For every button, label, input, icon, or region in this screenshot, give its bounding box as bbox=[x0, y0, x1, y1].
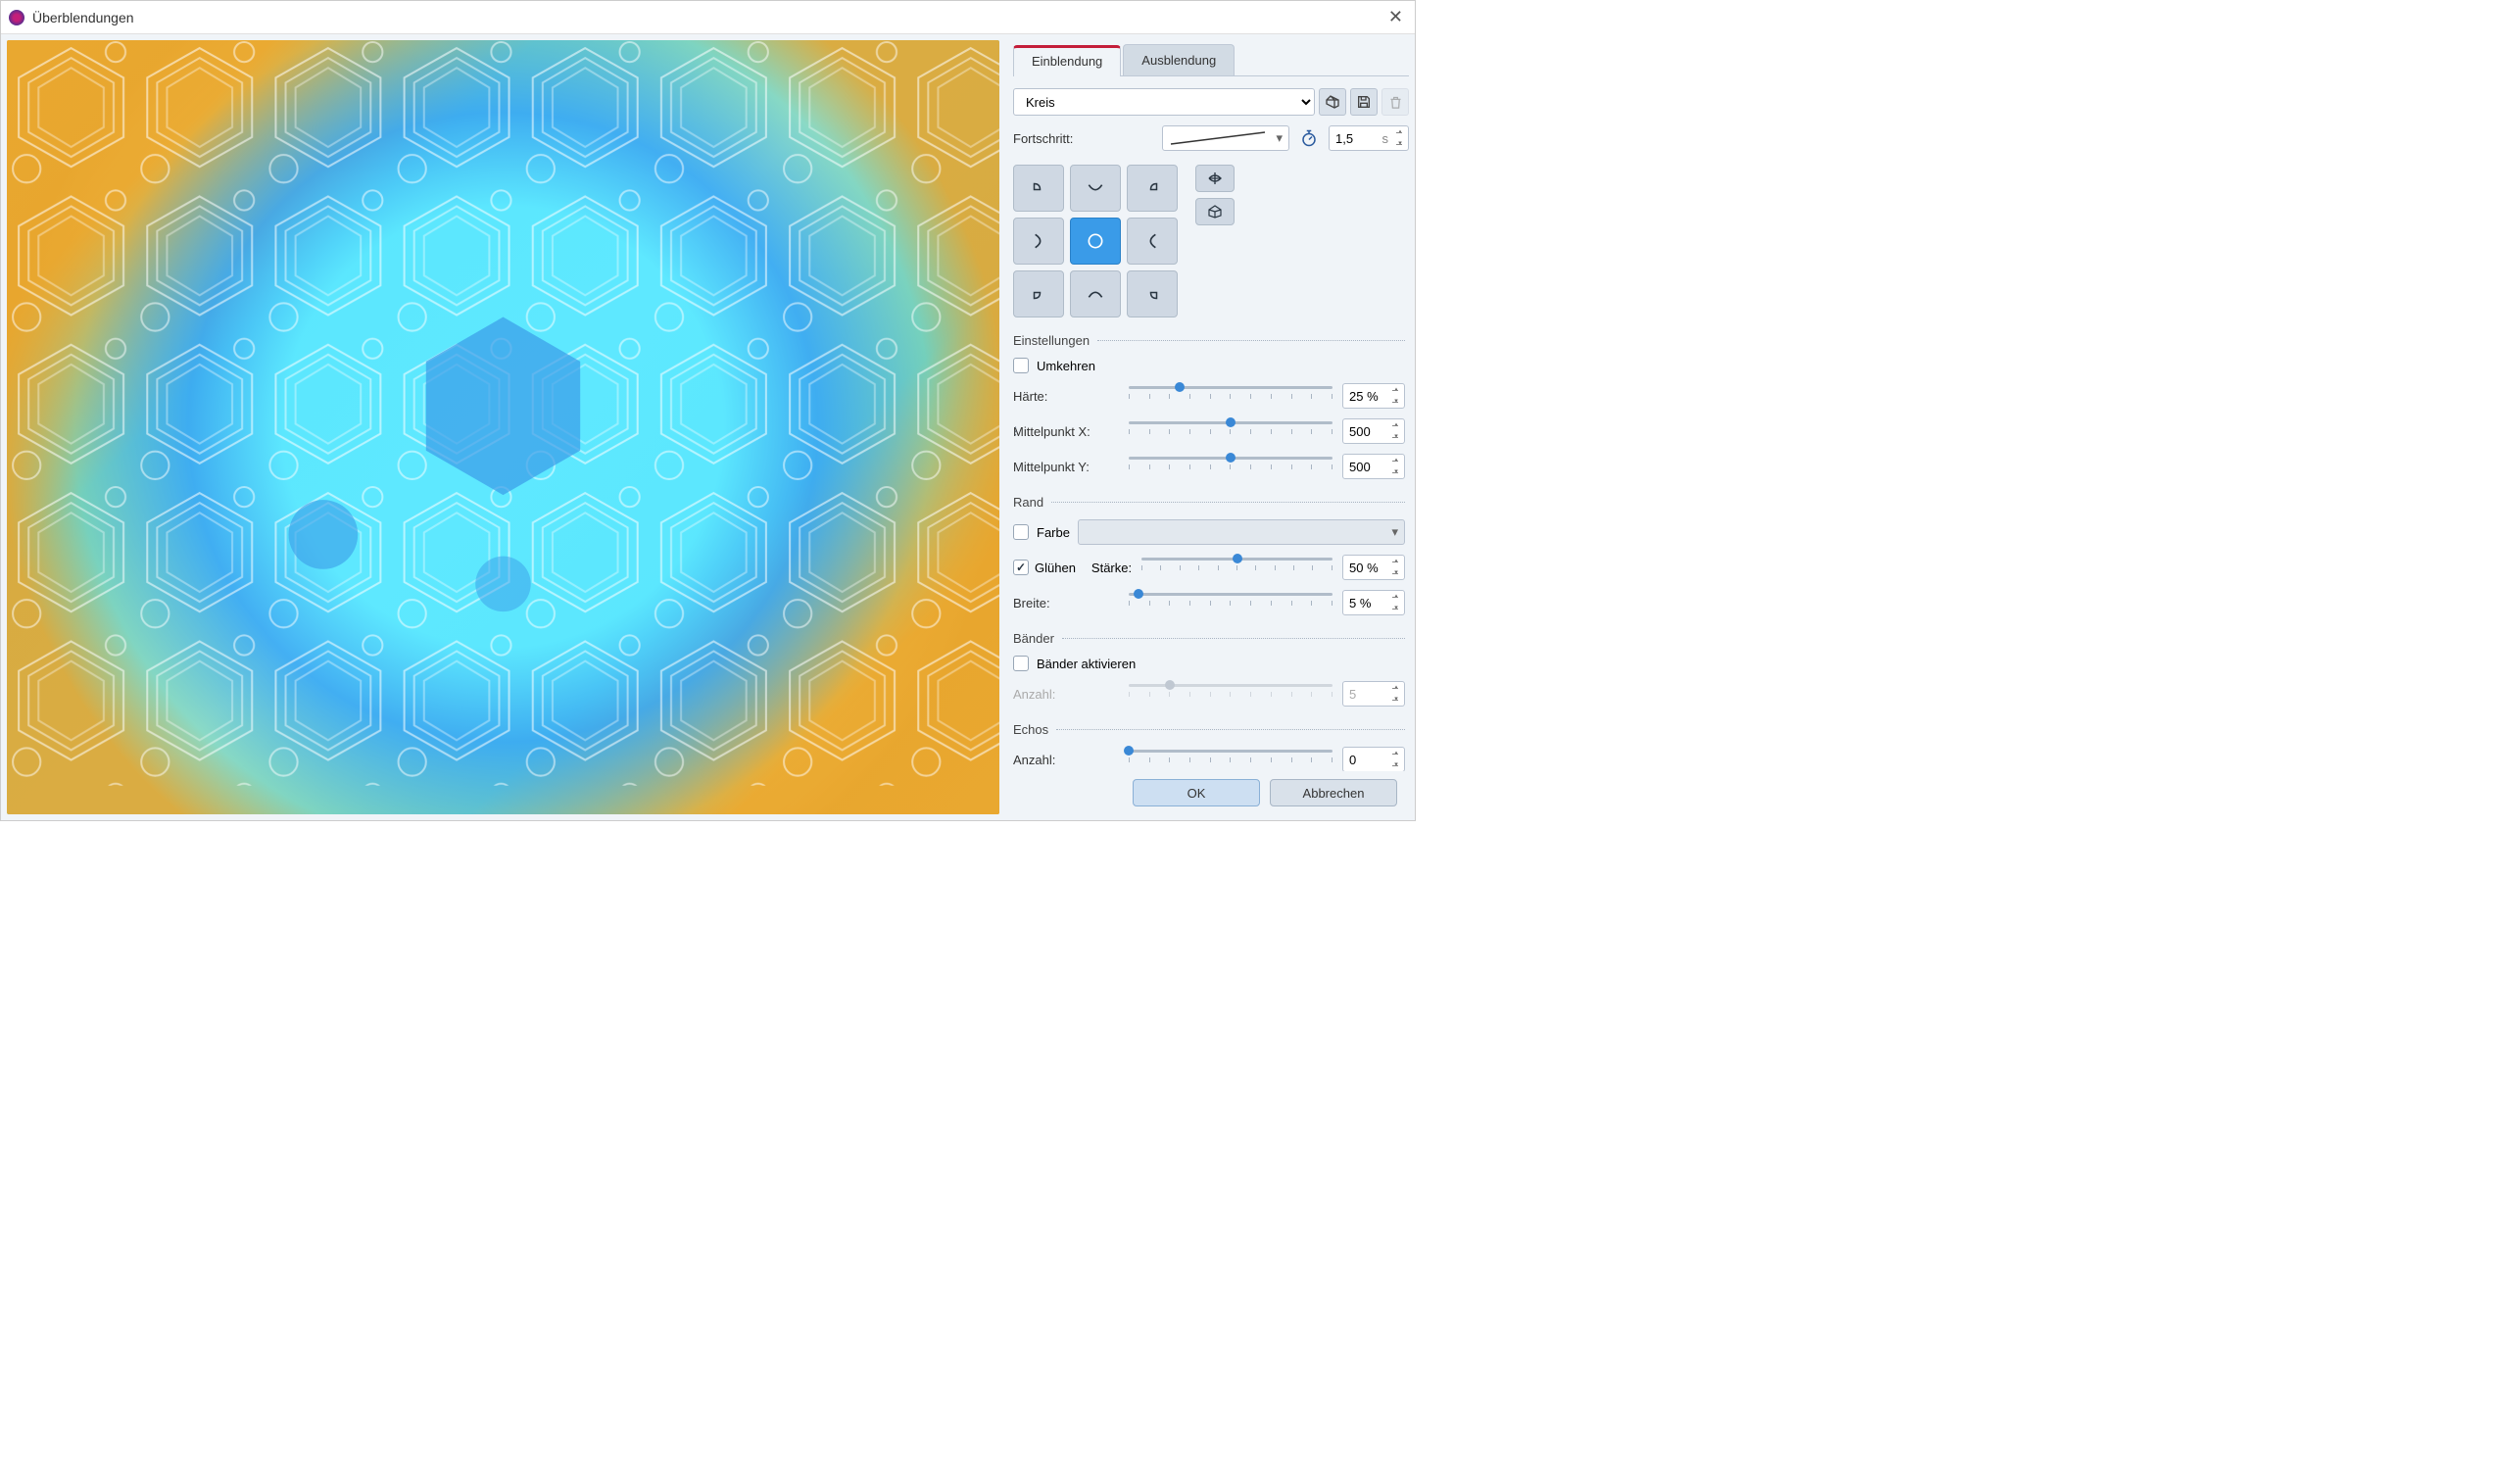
color-label: Farbe bbox=[1037, 525, 1070, 540]
dir-top-right[interactable] bbox=[1127, 165, 1178, 212]
midx-input[interactable]: 500▴▾ bbox=[1342, 418, 1405, 444]
titlebar: Überblendungen ✕ bbox=[1, 1, 1415, 34]
close-icon[interactable]: ✕ bbox=[1384, 7, 1407, 27]
hardness-input[interactable]: 25 %▴▾ bbox=[1342, 383, 1405, 409]
strength-label: Stärke: bbox=[1091, 561, 1132, 575]
dir-top[interactable] bbox=[1070, 165, 1121, 212]
direction-grid bbox=[1013, 165, 1178, 317]
glow-checkbox[interactable] bbox=[1013, 560, 1029, 575]
dialog-footer: OK Abbrechen bbox=[1013, 771, 1409, 814]
bands-count-input: 5▴▾ bbox=[1342, 681, 1405, 707]
random-icon[interactable] bbox=[1319, 88, 1346, 116]
bands-enable-checkbox[interactable] bbox=[1013, 656, 1029, 671]
dialog-window: Überblendungen ✕ bbox=[0, 0, 1416, 821]
mode-3d-icon[interactable] bbox=[1195, 165, 1235, 192]
dir-bottom-left[interactable] bbox=[1013, 270, 1064, 317]
reorder-handle-icon[interactable]: ⋮⋮ bbox=[1013, 425, 1019, 438]
midy-label: Mittelpunkt Y: bbox=[1013, 460, 1119, 474]
strength-slider[interactable] bbox=[1141, 556, 1333, 579]
duration-input[interactable]: 1,5s ▴▾ bbox=[1329, 125, 1409, 151]
dir-right[interactable] bbox=[1127, 218, 1178, 265]
width-slider[interactable] bbox=[1129, 591, 1333, 614]
dir-left[interactable] bbox=[1013, 218, 1064, 265]
dialog-title: Überblendungen bbox=[32, 10, 1384, 25]
section-echoes: Echos bbox=[1013, 722, 1048, 737]
strength-input[interactable]: 50 %▴▾ bbox=[1342, 555, 1405, 580]
progress-curve-select[interactable]: ▾ bbox=[1162, 125, 1289, 151]
section-bands: Bänder bbox=[1013, 631, 1054, 646]
section-settings: Einstellungen bbox=[1013, 333, 1090, 348]
color-checkbox[interactable] bbox=[1013, 524, 1029, 540]
settings-panel: Einblendung Ausblendung Kreis Fortschri bbox=[1013, 40, 1409, 814]
tab-ausblendung[interactable]: Ausblendung bbox=[1123, 44, 1235, 75]
hardness-slider[interactable] bbox=[1129, 384, 1333, 408]
app-icon bbox=[9, 10, 24, 25]
dir-bottom-right[interactable] bbox=[1127, 270, 1178, 317]
progress-label: Fortschritt: bbox=[1013, 131, 1073, 146]
settings-scroll[interactable]: Einstellungen Umkehren Härte: 25 %▴▾ ⋮⋮ … bbox=[1013, 159, 1409, 771]
color-select[interactable]: ▾ bbox=[1078, 519, 1405, 545]
preview-area bbox=[7, 40, 999, 814]
bands-count-label: Anzahl: bbox=[1013, 687, 1119, 702]
bands-count-slider bbox=[1129, 682, 1333, 706]
dir-center[interactable] bbox=[1070, 218, 1121, 265]
bands-enable-label: Bänder aktivieren bbox=[1037, 657, 1136, 671]
preview-pattern bbox=[7, 40, 999, 786]
dir-bottom[interactable] bbox=[1070, 270, 1121, 317]
midy-input[interactable]: 500▴▾ bbox=[1342, 454, 1405, 479]
dir-top-left[interactable] bbox=[1013, 165, 1064, 212]
midx-label: Mittelpunkt X: bbox=[1013, 424, 1119, 439]
section-border: Rand bbox=[1013, 495, 1043, 510]
width-input[interactable]: 5 %▴▾ bbox=[1342, 590, 1405, 615]
preset-select[interactable]: Kreis bbox=[1013, 88, 1315, 116]
tab-bar: Einblendung Ausblendung bbox=[1013, 44, 1409, 76]
glow-label: Glühen bbox=[1035, 561, 1076, 575]
tab-einblendung[interactable]: Einblendung bbox=[1013, 45, 1121, 76]
save-preset-icon[interactable] bbox=[1350, 88, 1378, 116]
delete-preset-icon bbox=[1381, 88, 1409, 116]
echo-count-input[interactable]: 0▴▾ bbox=[1342, 747, 1405, 771]
width-label: Breite: bbox=[1013, 596, 1119, 610]
mode-cube-icon[interactable] bbox=[1195, 198, 1235, 225]
echo-count-slider[interactable] bbox=[1129, 748, 1333, 771]
invert-checkbox[interactable] bbox=[1013, 358, 1029, 373]
stopwatch-icon[interactable] bbox=[1297, 126, 1321, 150]
midy-slider[interactable] bbox=[1129, 455, 1333, 478]
ok-button[interactable]: OK bbox=[1133, 779, 1260, 806]
invert-label: Umkehren bbox=[1037, 359, 1095, 373]
hardness-label: Härte: bbox=[1013, 389, 1119, 404]
midx-slider[interactable] bbox=[1129, 419, 1333, 443]
cancel-button[interactable]: Abbrechen bbox=[1270, 779, 1397, 806]
echo-count-label: Anzahl: bbox=[1013, 753, 1119, 767]
